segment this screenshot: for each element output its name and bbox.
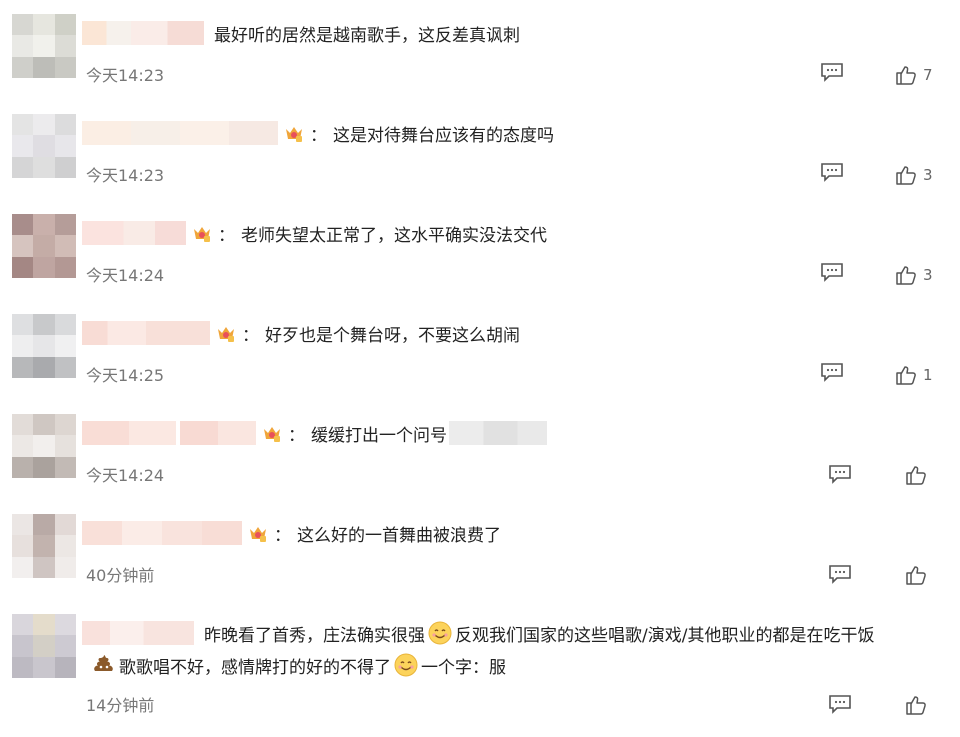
comment-text: 这是对待舞台应该有的态度吗 (333, 125, 554, 146)
like-button[interactable] (905, 464, 927, 486)
username-blurred[interactable] (180, 421, 256, 445)
like-button[interactable] (905, 694, 927, 716)
like-button[interactable] (905, 564, 927, 586)
comment-time: 40分钟前 (86, 566, 155, 585)
thumbs-up-icon (896, 366, 916, 385)
crown-badge-icon (250, 527, 266, 542)
comment-time: 今天14:24 (86, 466, 165, 485)
crown-badge-icon (218, 327, 234, 342)
colon: ： (274, 525, 291, 546)
like-count: 3 (923, 166, 933, 184)
comment-time: 今天14:24 (86, 266, 165, 285)
username-blurred[interactable] (82, 621, 194, 645)
like-count: 7 (923, 66, 933, 84)
avatar[interactable] (12, 614, 76, 678)
comment-icon[interactable] (828, 464, 852, 484)
colon: ： (310, 125, 327, 146)
thumbs-up-icon (896, 66, 916, 85)
comment-line: 昨晚看了首秀，庄法确实很强 反观我们国家的这些唱歌/演戏/其他职业的都是在吃干饭 (82, 620, 874, 646)
comment-text: 反观我们国家的这些唱歌/演戏/其他职业的都是在吃干饭 (455, 625, 875, 646)
comment-line: 歌歌唱不好，感情牌打的好的不得了 一个字：服 (82, 652, 506, 678)
thumbs-up-icon (906, 696, 926, 715)
username-blurred[interactable] (82, 421, 176, 445)
avatar[interactable] (12, 414, 76, 478)
comment-line: ： 老师失望太正常了，这水平确实没法交代 (82, 220, 547, 246)
comment-time: 今天14:23 (86, 166, 165, 185)
avatar[interactable] (12, 14, 76, 78)
like-button[interactable]: 1 (895, 364, 933, 386)
comment-time: 14分钟前 (86, 696, 155, 715)
avatar[interactable] (12, 214, 76, 278)
comment-text: 老师失望太正常了，这水平确实没法交代 (241, 225, 547, 246)
comment-line: ： 好歹也是个舞台呀，不要这么胡闹 (82, 320, 520, 346)
like-button[interactable]: 7 (895, 64, 933, 86)
comment-text: 缓缓打出一个问号 (311, 425, 447, 446)
username-blurred[interactable] (82, 21, 204, 45)
smile-emoji-icon (428, 621, 452, 645)
crown-badge-icon (194, 227, 210, 242)
username-blurred[interactable] (82, 121, 278, 145)
thumbs-up-icon (906, 566, 926, 585)
comment-text: 昨晚看了首秀，庄法确实很强 (204, 625, 425, 646)
comment-icon[interactable] (828, 694, 852, 714)
like-count: 3 (923, 266, 933, 284)
comment-text: 这么好的一首舞曲被浪费了 (297, 525, 501, 546)
comment-icon[interactable] (820, 62, 844, 82)
comment-text: 歌歌唱不好，感情牌打的好的不得了 (119, 657, 391, 678)
crown-badge-icon (286, 127, 302, 142)
comment-icon[interactable] (820, 262, 844, 282)
comment-text: 一个字：服 (421, 657, 506, 678)
thumbs-up-icon (896, 266, 916, 285)
thumbs-up-icon (896, 166, 916, 185)
comment-list: 最好听的居然是越南歌手，这反差真讽刺 今天14:23 7 ： 这是对待舞台应该有… (0, 0, 960, 737)
comment-line: ： 缓缓打出一个问号 (82, 420, 551, 446)
comment-line: 最好听的居然是越南歌手，这反差真讽刺 (82, 20, 520, 46)
username-blurred[interactable] (82, 221, 186, 245)
username-blurred[interactable] (82, 521, 242, 545)
comment-time: 今天14:25 (86, 366, 165, 385)
comment-icon[interactable] (828, 564, 852, 584)
redacted-text-blurred (449, 421, 547, 445)
poop-emoji-icon (94, 655, 113, 671)
like-button[interactable]: 3 (895, 164, 933, 186)
like-button[interactable]: 3 (895, 264, 933, 286)
comment-text: 最好听的居然是越南歌手，这反差真讽刺 (214, 25, 520, 46)
username-blurred[interactable] (82, 321, 210, 345)
comment-time: 今天14:23 (86, 66, 165, 85)
avatar[interactable] (12, 314, 76, 378)
smile-emoji-icon (394, 653, 418, 677)
avatar[interactable] (12, 514, 76, 578)
comment-text: 好歹也是个舞台呀，不要这么胡闹 (265, 325, 520, 346)
colon: ： (218, 225, 235, 246)
avatar[interactable] (12, 114, 76, 178)
comment-line: ： 这是对待舞台应该有的态度吗 (82, 120, 554, 146)
crown-badge-icon (264, 427, 280, 442)
colon: ： (288, 425, 305, 446)
comment-icon[interactable] (820, 362, 844, 382)
comment-icon[interactable] (820, 162, 844, 182)
like-count: 1 (923, 366, 933, 384)
thumbs-up-icon (906, 466, 926, 485)
colon: ： (242, 325, 259, 346)
comment-line: ： 这么好的一首舞曲被浪费了 (82, 520, 501, 546)
